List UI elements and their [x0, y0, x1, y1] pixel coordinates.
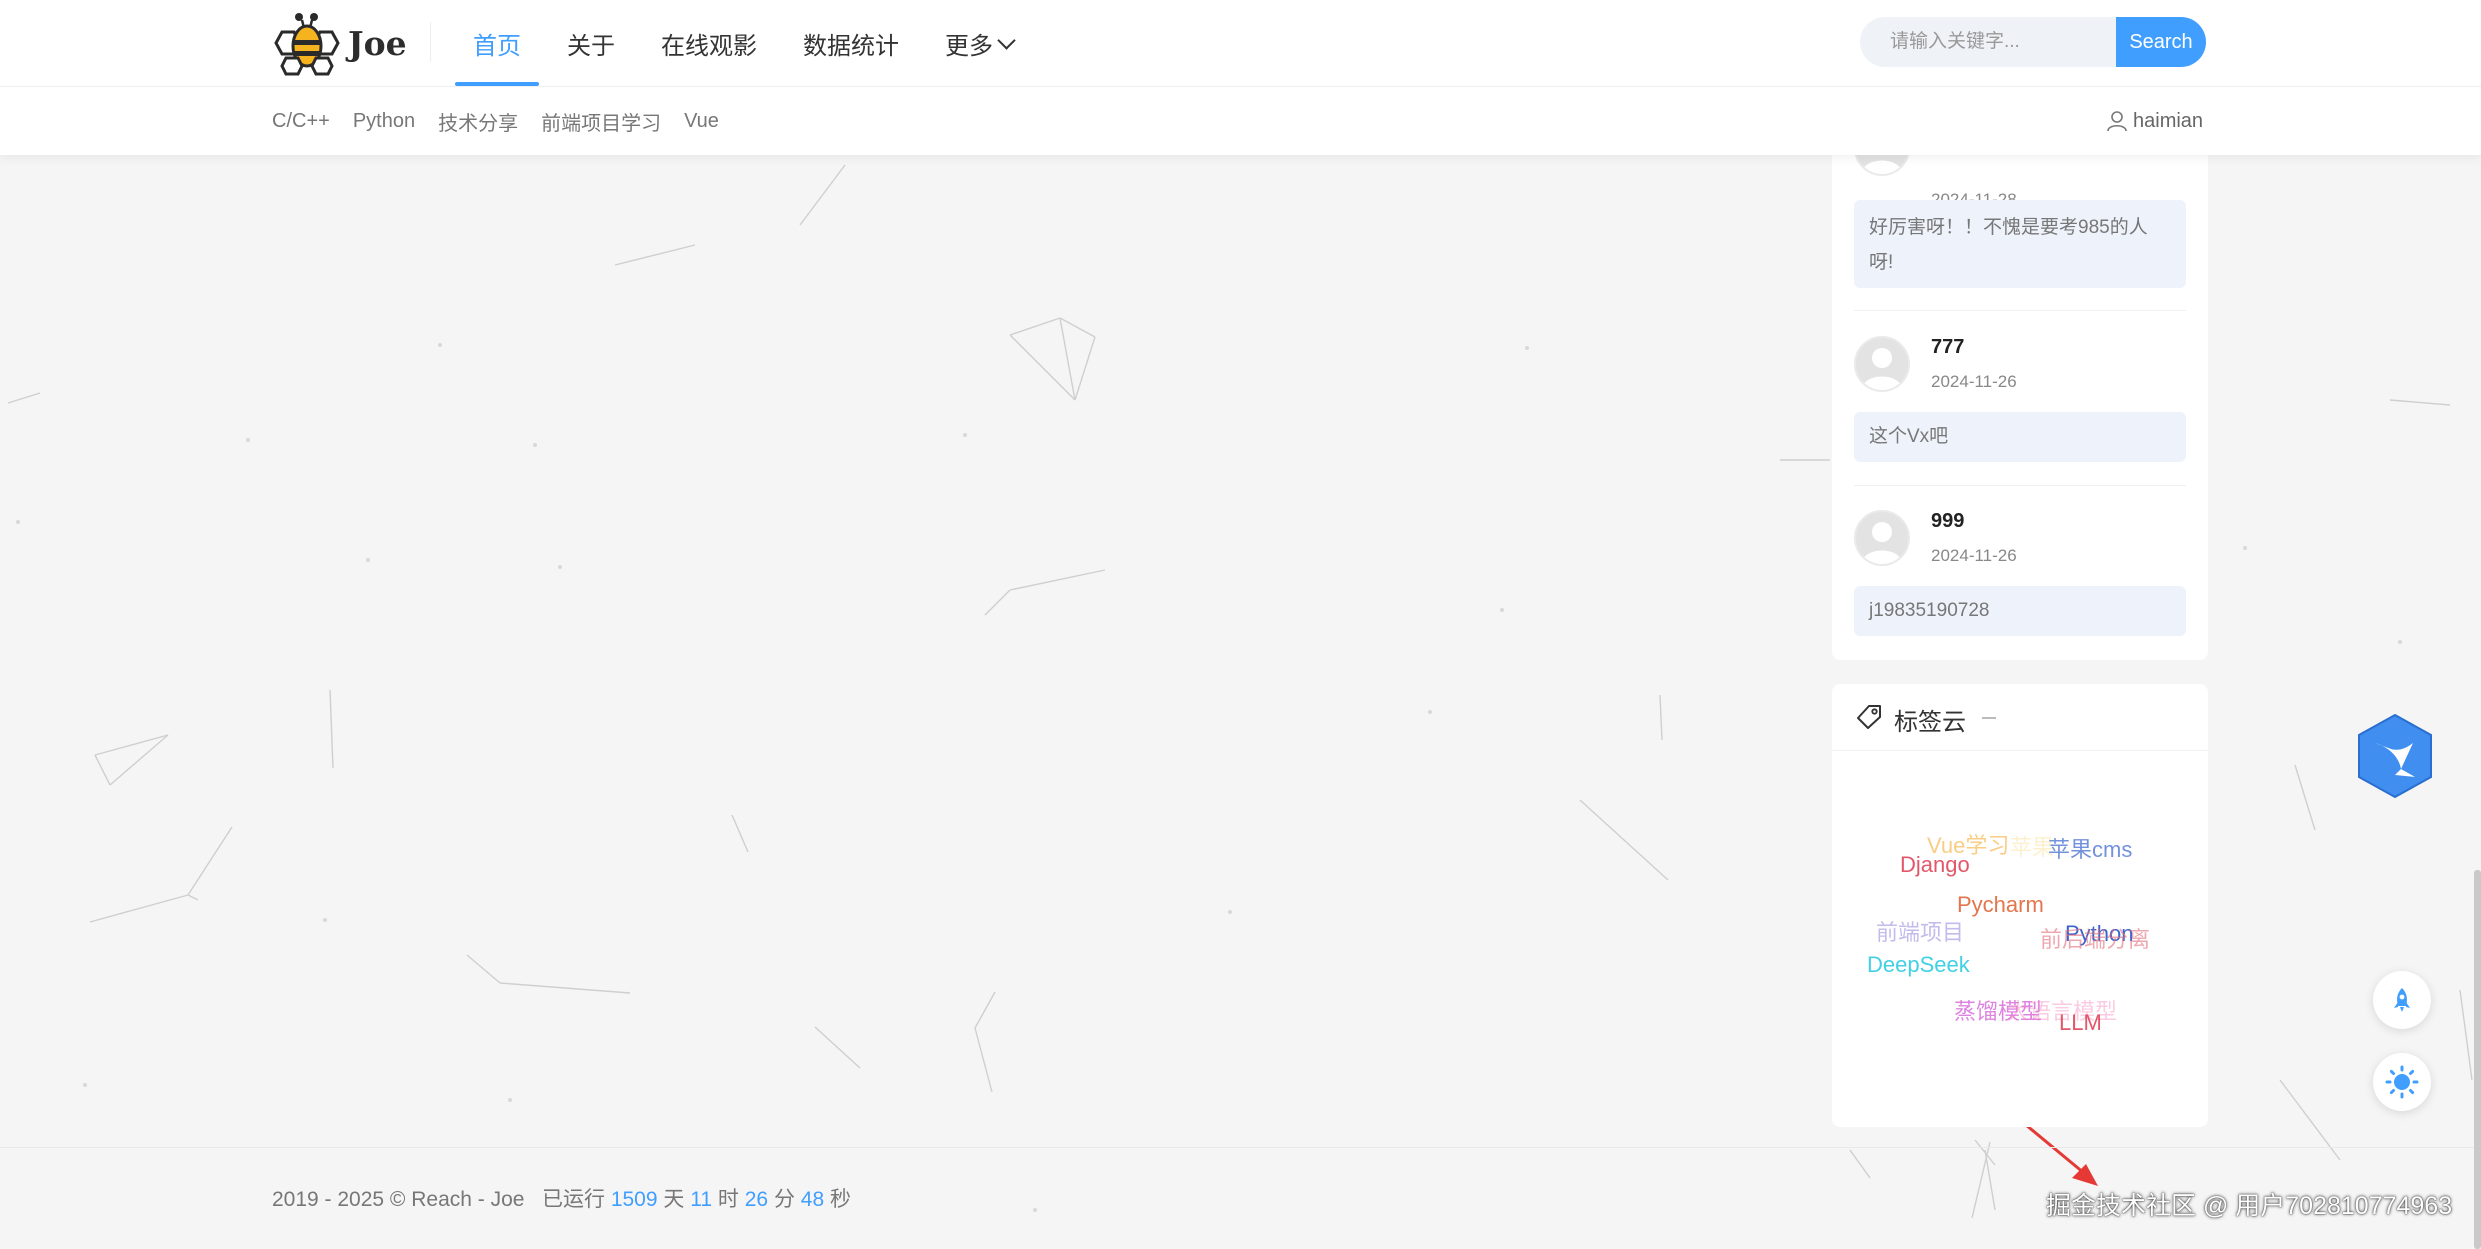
tag-cloud-header: 标签云 — [1832, 684, 2208, 751]
user-link[interactable]: haimian — [2106, 87, 2203, 155]
uptime-hours: 11 — [690, 1188, 713, 1211]
category-vue[interactable]: Vue — [684, 110, 719, 133]
avatar — [1854, 510, 1910, 566]
header-sub-row: C/C++ Python 技术分享 前端项目学习 Vue haimian — [0, 87, 2481, 155]
category-tech-share[interactable]: 技术分享 — [438, 107, 518, 136]
tag-item[interactable]: Pycharm — [1957, 892, 2044, 918]
bee-logo-icon — [274, 13, 340, 76]
user-icon — [2107, 111, 2127, 132]
nav-about-label: 关于 — [567, 32, 615, 60]
chat-widget-button[interactable] — [2355, 713, 2435, 799]
tag-cloud-card: 标签云 Vue学习 苹果 苹果cms Django Pycharm 前端项目 P… — [1832, 684, 2208, 1127]
collapse-icon[interactable] — [1982, 717, 1996, 719]
chevron-down-icon — [997, 30, 1016, 50]
user-name: haimian — [2133, 109, 2204, 132]
page-scrollbar[interactable] — [2474, 870, 2481, 1249]
nav-online-movies[interactable]: 在线观影 — [638, 0, 780, 86]
nav-more-dropdown[interactable]: 更多 — [922, 0, 1036, 86]
header-divider — [430, 22, 431, 62]
rocket-icon — [2394, 988, 2410, 1012]
comment-date: 2024-11-26 — [1931, 372, 2017, 391]
footer-copyright: 2019 - 2025 © Reach - Joe — [272, 1188, 525, 1211]
tag-item[interactable]: LLM — [2059, 1010, 2102, 1036]
watermark-text: 掘金技术社区 @ 用户702810774963 — [2046, 1192, 2453, 1220]
uptime-minutes: 26 — [744, 1188, 769, 1211]
tag-item[interactable]: 苹果cms — [2048, 832, 2132, 864]
tag-icon — [1857, 705, 1881, 729]
theme-toggle-button[interactable] — [2373, 1053, 2431, 1111]
search-input[interactable] — [1860, 17, 2116, 67]
search-button[interactable]: Search — [2116, 17, 2206, 67]
site-header: Joe 首页 关于 在线观影 数据统计 更多 Search C/C++ Pyth… — [0, 0, 2481, 155]
comment-text: 好厉害呀！！不愧是要考985的人呀! — [1854, 200, 2186, 288]
nav-home[interactable]: 首页 — [450, 0, 544, 86]
brand-name: Joe — [348, 23, 407, 63]
nav-more-label: 更多 — [945, 32, 993, 60]
nav-home-label: 首页 — [473, 32, 521, 60]
category-cpp[interactable]: C/C++ — [272, 110, 330, 133]
comment-author: 777 — [1931, 336, 1965, 358]
bird-icon — [2358, 713, 2432, 799]
comment-text: j19835190728 — [1854, 586, 2186, 636]
uptime-seconds: 48 — [800, 1188, 825, 1211]
tag-cloud-title: 标签云 — [1894, 709, 1966, 736]
uptime-minutes-unit: 分 — [773, 1188, 795, 1211]
nav-statistics[interactable]: 数据统计 — [780, 0, 922, 86]
main-nav: 首页 关于 在线观影 数据统计 更多 — [450, 0, 1036, 86]
category-python[interactable]: Python — [353, 110, 415, 133]
tag-item[interactable]: DeepSeek — [1867, 952, 1970, 978]
tag-item[interactable]: 前端项目 — [1876, 915, 1964, 947]
nav-about[interactable]: 关于 — [544, 0, 638, 86]
tag-item[interactable]: 前后端分离 — [2040, 922, 2150, 954]
tag-item[interactable]: Django — [1900, 852, 1970, 878]
uptime-hours-unit: 时 — [717, 1188, 739, 1211]
sun-icon — [2385, 1065, 2419, 1099]
site-logo[interactable]: Joe — [272, 10, 407, 76]
uptime-days-unit: 天 — [663, 1188, 685, 1211]
uptime-days: 1509 — [610, 1188, 658, 1211]
category-nav: C/C++ Python 技术分享 前端项目学习 Vue — [272, 87, 742, 155]
search-box: Search — [1860, 17, 2206, 67]
nav-online-movies-label: 在线观影 — [661, 32, 757, 60]
footer-running-label: 已运行 — [541, 1188, 605, 1211]
comment-divider — [1854, 485, 2186, 486]
header-top-row: Joe 首页 关于 在线观影 数据统计 更多 Search — [0, 0, 2481, 87]
back-to-top-button[interactable] — [2373, 971, 2431, 1029]
site-footer: 2019 - 2025 © Reach - Joe 已运行 1509 天 11 … — [272, 1183, 851, 1213]
category-frontend-projects[interactable]: 前端项目学习 — [541, 107, 661, 136]
comment-text: 这个Vx吧 — [1854, 412, 2186, 462]
comment-divider — [1854, 310, 2186, 311]
footer-divider — [0, 1147, 2481, 1148]
uptime-seconds-unit: 秒 — [829, 1188, 851, 1211]
latest-comments-card: 2024-11-28 好厉害呀！！不愧是要考985的人呀! 777 2024-1… — [1832, 100, 2208, 660]
avatar — [1854, 336, 1910, 392]
nav-statistics-label: 数据统计 — [803, 32, 899, 60]
comment-date: 2024-11-26 — [1931, 546, 2017, 565]
comment-author: 999 — [1931, 510, 1965, 532]
